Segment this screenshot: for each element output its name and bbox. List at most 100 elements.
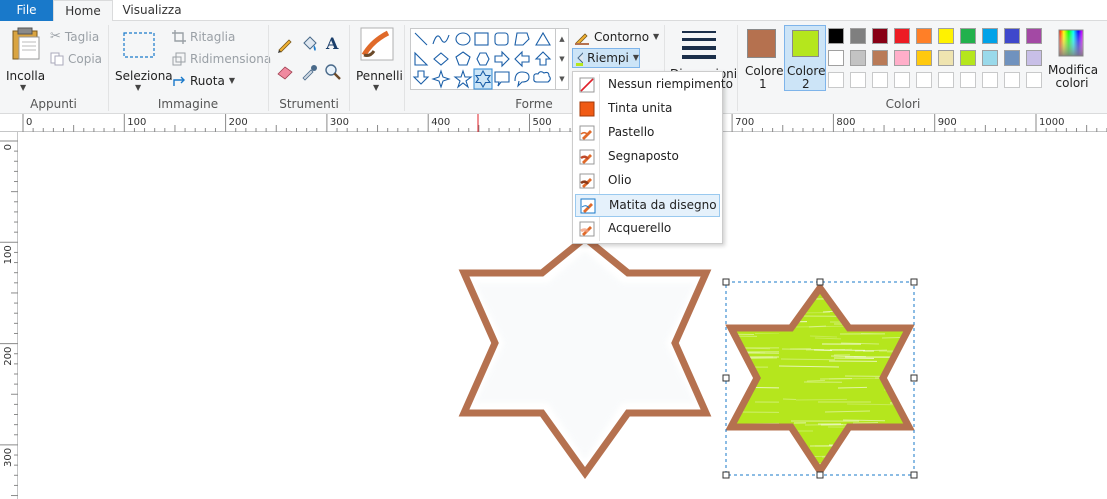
copy-button[interactable]: Copia: [50, 49, 102, 69]
oval-shape-icon[interactable]: [455, 32, 471, 46]
custom-color-slot[interactable]: [1004, 72, 1020, 88]
color-swatch[interactable]: [894, 28, 910, 44]
color-swatch[interactable]: [938, 28, 954, 44]
four-point-star-shape-icon[interactable]: [431, 69, 451, 89]
menu-item-marker[interactable]: Segnaposto: [575, 146, 720, 169]
resize-handle[interactable]: [816, 471, 824, 479]
hexagon-shape-icon[interactable]: [476, 52, 490, 66]
right-triangle-shape-icon[interactable]: [414, 51, 429, 66]
drawing-canvas[interactable]: [19, 133, 1107, 499]
five-point-star-shape-icon[interactable]: [453, 69, 473, 89]
text-tool[interactable]: A: [324, 34, 344, 54]
crop-label: Ritaglia: [190, 30, 236, 44]
eraser-tool[interactable]: [276, 63, 296, 83]
oval-callout-shape-icon[interactable]: [514, 71, 530, 88]
custom-color-slot[interactable]: [1026, 72, 1042, 88]
select-chevron-down-icon[interactable]: ▼: [135, 83, 141, 92]
menu-item-natural-pencil[interactable]: Matita da disegno: [575, 194, 720, 217]
custom-color-slot[interactable]: [938, 72, 954, 88]
brushes-chevron-down-icon[interactable]: ▼: [373, 83, 379, 92]
resize-handle[interactable]: [910, 374, 918, 382]
rounded-rectangle-shape-icon[interactable]: [494, 32, 509, 46]
menu-item-oil[interactable]: Olio: [575, 170, 720, 193]
triangle-shape-icon[interactable]: [535, 31, 551, 46]
color-2-button[interactable]: Colore 2: [784, 25, 826, 91]
fill-button[interactable]: Riempi ▼: [572, 48, 640, 68]
custom-color-slot[interactable]: [850, 72, 866, 88]
rectangle-shape-icon[interactable]: [474, 32, 489, 46]
rectangular-callout-shape-icon[interactable]: [494, 71, 510, 87]
up-arrow-shape-icon[interactable]: [534, 51, 552, 66]
color-swatch[interactable]: [960, 50, 976, 66]
custom-color-slot[interactable]: [894, 72, 910, 88]
color-swatch[interactable]: [828, 50, 844, 66]
custom-color-slot[interactable]: [960, 72, 976, 88]
color-picker-tool[interactable]: [300, 63, 320, 83]
color-swatch[interactable]: [982, 28, 998, 44]
filled-star[interactable]: [725, 282, 915, 478]
color-swatch[interactable]: [894, 50, 910, 66]
tab-home[interactable]: Home: [53, 0, 113, 22]
magnifier-tool[interactable]: [324, 63, 344, 83]
menu-item-crayon[interactable]: Pastello: [575, 122, 720, 145]
resize-handle[interactable]: [910, 278, 918, 286]
resize-button[interactable]: Ridimensiona: [172, 49, 271, 69]
ruler-label: 200: [229, 117, 248, 128]
cut-button[interactable]: ✂ Taglia: [50, 27, 99, 47]
color-swatch[interactable]: [1004, 28, 1020, 44]
color-swatch[interactable]: [872, 50, 888, 66]
custom-color-slot[interactable]: [982, 72, 998, 88]
color-swatch[interactable]: [960, 28, 976, 44]
right-arrow-shape-icon[interactable]: [494, 50, 510, 68]
edit-colors-button[interactable]: Modifica colori: [1048, 25, 1098, 91]
outlined-star[interactable]: [458, 233, 712, 480]
outline-button[interactable]: Contorno ▼: [574, 27, 659, 47]
shapes-gallery-scrollbar[interactable]: ▲ ▼ ▼: [556, 28, 569, 90]
custom-color-slot[interactable]: [916, 72, 932, 88]
select-button[interactable]: Seleziona ▼: [113, 25, 173, 92]
rotate-button[interactable]: Ruota ▼: [172, 71, 235, 91]
six-point-star-shape-icon[interactable]: [473, 68, 493, 90]
tab-view[interactable]: Visualizza: [113, 0, 191, 22]
resize-handle[interactable]: [816, 278, 824, 286]
color-swatch[interactable]: [1004, 50, 1020, 66]
pencil-tool[interactable]: [276, 35, 296, 55]
color-1-button[interactable]: Colore 1: [742, 25, 783, 91]
left-arrow-shape-icon[interactable]: [514, 50, 530, 68]
cloud-callout-shape-icon[interactable]: [533, 71, 551, 83]
color-swatch[interactable]: [850, 28, 866, 44]
brushes-button[interactable]: Pennelli ▼: [354, 25, 403, 92]
color-swatch[interactable]: [916, 28, 932, 44]
menu-item-solid-color[interactable]: Tinta unita: [575, 98, 720, 121]
custom-color-slot[interactable]: [872, 72, 888, 88]
gallery-scroll-up-icon[interactable]: ▲: [556, 29, 568, 49]
curve-shape-icon[interactable]: [432, 34, 450, 45]
down-arrow-shape-icon[interactable]: [412, 70, 430, 85]
polygon-shape-icon[interactable]: [514, 32, 530, 46]
gallery-scroll-down-icon[interactable]: ▼: [556, 49, 568, 69]
color-swatch[interactable]: [850, 50, 866, 66]
crop-button[interactable]: Ritaglia: [172, 27, 235, 47]
color-swatch[interactable]: [828, 28, 844, 44]
color-swatch[interactable]: [916, 50, 932, 66]
line-shape-icon[interactable]: [414, 32, 428, 46]
color-swatch[interactable]: [1026, 28, 1042, 44]
color-swatch[interactable]: [938, 50, 954, 66]
custom-color-slot[interactable]: [828, 72, 844, 88]
diamond-shape-icon[interactable]: [433, 52, 449, 66]
gallery-expand-icon[interactable]: ▼: [556, 69, 568, 89]
fill-bucket-tool[interactable]: [300, 35, 320, 55]
color-swatch[interactable]: [872, 28, 888, 44]
tab-file[interactable]: File: [0, 0, 53, 21]
paste-chevron-down-icon[interactable]: ▼: [20, 83, 26, 92]
resize-handle[interactable]: [722, 374, 730, 382]
paste-button[interactable]: Incolla ▼: [4, 25, 45, 92]
color-swatch[interactable]: [1026, 50, 1042, 66]
color-swatch[interactable]: [982, 50, 998, 66]
menu-item-no-fill[interactable]: Nessun riempimento: [575, 74, 733, 97]
menu-item-watercolor[interactable]: Acquerello: [575, 218, 720, 241]
resize-handle[interactable]: [722, 471, 730, 479]
pentagon-shape-icon[interactable]: [455, 51, 471, 66]
resize-handle[interactable]: [910, 471, 918, 479]
resize-handle[interactable]: [722, 278, 730, 286]
